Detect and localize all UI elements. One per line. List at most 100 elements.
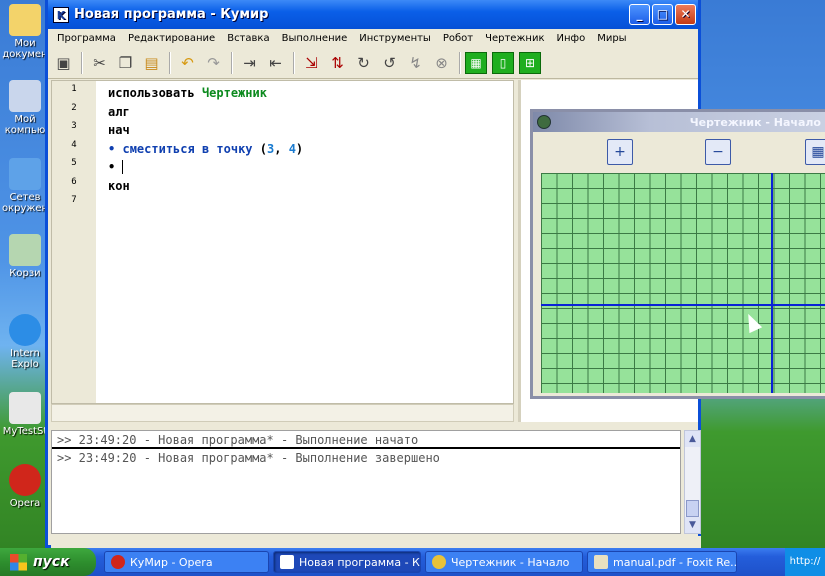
internet-explorer-icon (9, 314, 41, 346)
desktop-icon-recycle-bin[interactable]: Корзи (0, 234, 50, 296)
system-tray: http:// (785, 548, 825, 576)
scroll-thumb[interactable] (686, 500, 699, 517)
menu-tools[interactable]: Инструменты (354, 33, 438, 44)
line-number: 4 (71, 139, 77, 150)
close-paren: ) (295, 141, 304, 156)
scroll-up-icon[interactable]: ▲ (685, 431, 700, 447)
pdf-icon (594, 555, 608, 569)
menu-run[interactable]: Выполнение (277, 33, 355, 44)
drawing-canvas[interactable] (541, 173, 825, 393)
opera-icon (9, 464, 41, 496)
run-step-icon[interactable]: ↺ (377, 50, 402, 75)
menu-drawer[interactable]: Чертежник (480, 33, 551, 44)
menu-worlds[interactable]: Миры (592, 33, 633, 44)
zoom-in-icon[interactable]: + (607, 139, 633, 165)
taskbar-item-label: manual.pdf - Foxit Re... (613, 555, 737, 569)
tile-icon[interactable]: ⊞ (519, 51, 541, 74)
taskbar-item-label: Новая программа - К... (299, 555, 421, 569)
maximize-button[interactable]: □ (652, 4, 673, 25)
title-bar[interactable]: K Новая программа - Кумир _ □ ✕ (48, 0, 698, 29)
desktop-icon-label: MyTestSt (2, 426, 48, 437)
menu-info[interactable]: Инфо (552, 33, 593, 44)
desktop-icon-internet-explorer[interactable]: Intern Explo (0, 314, 50, 376)
menu-robot[interactable]: Робот (438, 33, 480, 44)
windows-logo-icon (10, 553, 27, 571)
toolbar-separator (459, 51, 461, 74)
code-text: использовать Чертежник алг нач • сместит… (108, 86, 303, 216)
grid-icon[interactable]: ▦ (465, 51, 487, 74)
close-button[interactable]: ✕ (675, 4, 696, 25)
start-button[interactable]: пуск (0, 548, 96, 576)
taskbar-item-foxit[interactable]: manual.pdf - Foxit Re... (587, 551, 737, 573)
menu-insert[interactable]: Вставка (222, 33, 276, 44)
taskbar-item-label: КуМир - Opera (130, 555, 213, 569)
redo-icon[interactable]: ↷ (201, 50, 226, 75)
kumir-icon (280, 555, 294, 569)
editor-horizontal-scrollbar[interactable] (51, 404, 514, 422)
command-move-to-point: сместиться в точку (122, 141, 253, 156)
folder-icon (9, 4, 41, 36)
taskbar-item-drawer[interactable]: Чертежник - Начало (425, 551, 583, 573)
desktop-icon-mytest[interactable]: MyTestSt (0, 392, 50, 454)
taskbar-item-opera[interactable]: КуМир - Opera (104, 551, 269, 573)
code-line-6: кон (108, 179, 303, 198)
comma: , (274, 141, 282, 156)
minimize-button[interactable]: _ (629, 4, 650, 25)
outdent-icon[interactable]: ⇤ (263, 50, 288, 75)
paste-icon[interactable]: ▤ (139, 50, 164, 75)
drawer-window: Чертежник - Начало + − ▦ (530, 109, 825, 399)
open-paren: ( (259, 141, 267, 156)
save-icon[interactable]: ▣ (51, 50, 76, 75)
drawer-app-icon (537, 115, 551, 129)
step-over-icon[interactable]: ⇅ (325, 50, 350, 75)
toolbar-separator (169, 51, 171, 74)
scroll-down-icon[interactable]: ▼ (685, 517, 700, 533)
desktop-icon-label: Intern Explo (10, 348, 40, 370)
frame-icon[interactable]: ▯ (492, 51, 514, 74)
desktop-icon-my-documents[interactable]: Мои докумен (0, 4, 50, 66)
drawer-icon (432, 555, 446, 569)
undo-icon[interactable]: ↶ (175, 50, 200, 75)
desktop-icon-network[interactable]: Сетев окружен (0, 158, 50, 220)
line-number: 3 (71, 121, 77, 131)
keyword-use: использовать (108, 86, 195, 100)
desktop-icon-label: Opera (9, 498, 41, 509)
line-number: 7 (71, 195, 77, 205)
step-in-icon[interactable]: ⇲ (299, 50, 324, 75)
log-vertical-scrollbar[interactable]: ▲ ▼ (684, 430, 701, 534)
computer-icon (9, 80, 41, 112)
taskbar-item-kumir[interactable]: Новая программа - К... (273, 551, 421, 573)
module-name: Чертежник (201, 86, 267, 100)
copy-icon[interactable]: ❐ (113, 50, 138, 75)
start-label: пуск (33, 554, 70, 570)
code-line-1: использовать Чертежник (108, 86, 303, 105)
log-line: >> 23:49:20 - Новая программа* - Выполне… (52, 431, 680, 449)
menu-program[interactable]: Программа (52, 33, 123, 44)
app-icon: K (53, 6, 69, 23)
run-icon[interactable]: ↻ (351, 50, 376, 75)
log-line: >> 23:49:20 - Новая программа* - Выполне… (57, 451, 440, 465)
indent-icon[interactable]: ⇥ (237, 50, 262, 75)
line-number: 1 (71, 84, 77, 94)
menu-bar: Программа Редактирование Вставка Выполне… (48, 29, 698, 47)
drawer-title-bar[interactable]: Чертежник - Начало (533, 112, 825, 132)
desktop-icon-label: Мой компью (4, 114, 46, 136)
drawer-window-title: Чертежник - Начало (689, 115, 821, 129)
stop-icon[interactable]: ⊗ (429, 50, 454, 75)
keyword-begin: нач (108, 123, 130, 137)
cut-icon[interactable]: ✂ (87, 50, 112, 75)
keyword-alg: алг (108, 104, 130, 119)
step-out-icon[interactable]: ↯ (403, 50, 428, 75)
code-editor[interactable]: 1 2 3 4 5 6 7 использовать Чертежник алг… (51, 80, 514, 404)
grid-toggle-icon[interactable]: ▦ (805, 139, 825, 165)
window-title: Новая программа - Кумир (74, 7, 269, 22)
code-line-4: • сместиться в точку (3, 4) (108, 142, 303, 161)
desktop-icon-opera[interactable]: Opera (0, 464, 50, 526)
y-axis (771, 173, 773, 393)
zoom-out-icon[interactable]: − (705, 139, 731, 165)
menu-edit[interactable]: Редактирование (123, 33, 222, 44)
desktop-icon-my-computer[interactable]: Мой компью (0, 80, 50, 142)
shortcut-icon (9, 392, 41, 424)
recycle-bin-icon (9, 234, 41, 266)
